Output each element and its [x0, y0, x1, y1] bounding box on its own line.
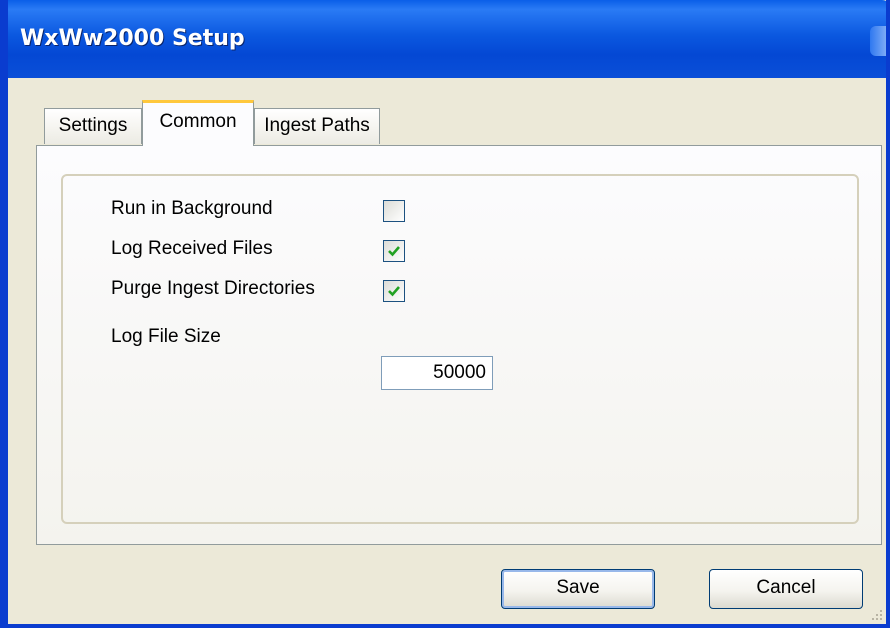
title-bar[interactable]: WxWw2000 Setup [8, 0, 886, 78]
common-settings-group: Run in Background Log Received Files Pur… [61, 174, 859, 524]
resize-grip-icon[interactable] [870, 608, 884, 622]
log-received-files-checkbox[interactable] [383, 240, 405, 262]
title-bar-button-edge [870, 26, 886, 56]
log-received-files-label: Log Received Files [111, 238, 273, 259]
tab-settings[interactable]: Settings [44, 108, 142, 144]
purge-ingest-directories-label: Purge Ingest Directories [111, 278, 315, 299]
purge-ingest-directories-checkbox[interactable] [383, 280, 405, 302]
run-in-background-label: Run in Background [111, 198, 273, 219]
log-file-size-label: Log File Size [111, 326, 221, 347]
tab-ingest-paths[interactable]: Ingest Paths [254, 108, 380, 144]
setup-dialog: WxWw2000 Setup Settings Common Ingest Pa… [0, 0, 890, 628]
save-button[interactable]: Save [501, 569, 655, 609]
check-mark-icon [388, 286, 400, 297]
check-mark-icon [388, 246, 400, 257]
tab-common[interactable]: Common [142, 100, 254, 146]
window-title: WxWw2000 Setup [20, 26, 245, 51]
run-in-background-checkbox[interactable] [383, 200, 405, 222]
log-file-size-input[interactable]: 50000 [381, 356, 493, 390]
cancel-button[interactable]: Cancel [709, 569, 863, 609]
common-tab-panel: Run in Background Log Received Files Pur… [36, 145, 882, 545]
